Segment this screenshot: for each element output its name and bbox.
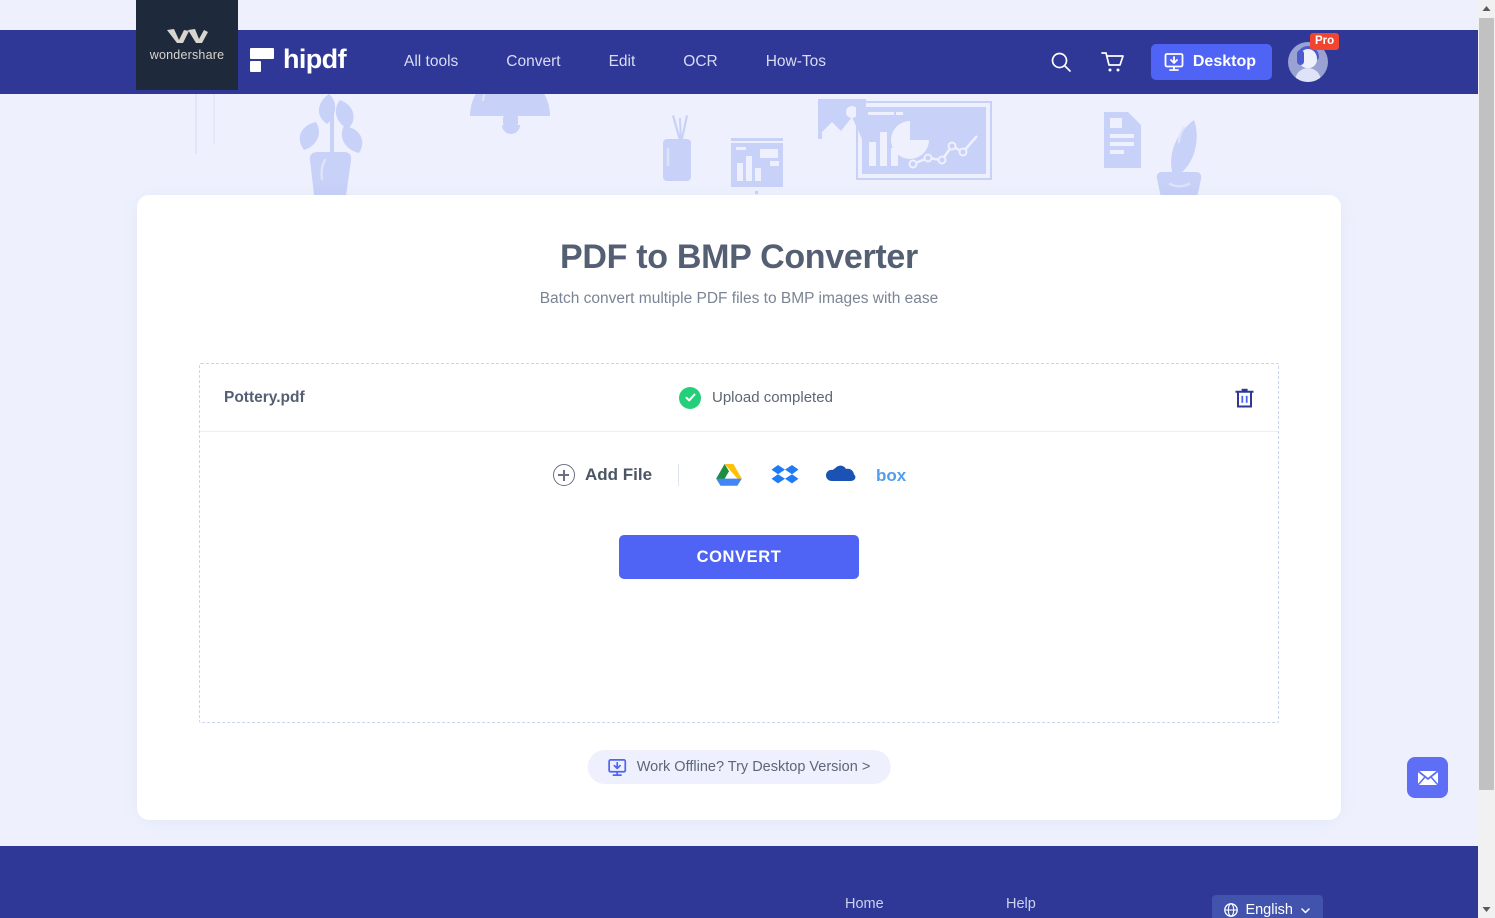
primary-nav: All tools Convert Edit OCR How-Tos	[380, 30, 850, 94]
google-drive-icon	[716, 464, 742, 486]
language-selector[interactable]: English	[1212, 895, 1323, 918]
account-avatar[interactable]: Pro	[1288, 33, 1340, 82]
divider	[678, 464, 680, 486]
converter-card: PDF to BMP Converter Batch convert multi…	[137, 195, 1341, 820]
scrollbar-thumb[interactable]	[1479, 18, 1494, 790]
nav-actions: Desktop Pro	[1035, 30, 1340, 94]
desktop-download-button[interactable]: Desktop	[1150, 44, 1272, 80]
page-scroll-area: wondershare hipdf All tools Convert Edit…	[0, 0, 1478, 918]
nav-item-convert[interactable]: Convert	[482, 30, 584, 94]
wondershare-logo-block[interactable]: wondershare	[136, 0, 238, 90]
google-drive-button[interactable]	[701, 458, 757, 492]
dropbox-button[interactable]	[757, 458, 813, 492]
feedback-mail-button[interactable]	[1407, 757, 1448, 798]
file-list-item: Pottery.pdf Upload completed	[200, 364, 1278, 432]
file-dropzone[interactable]: Pottery.pdf Upload completed Add File bo…	[199, 363, 1279, 723]
nav-item-edit[interactable]: Edit	[585, 30, 660, 94]
delete-file-button[interactable]	[1228, 382, 1260, 414]
search-icon	[1051, 52, 1071, 72]
trash-icon	[1235, 388, 1253, 408]
search-button[interactable]	[1035, 30, 1087, 94]
app-root: wondershare hipdf All tools Convert Edit…	[0, 0, 1495, 918]
wondershare-label: wondershare	[149, 48, 225, 62]
checkmark-glyph	[685, 393, 695, 402]
wondershare-mark-icon	[167, 29, 208, 43]
page-title: PDF to BMP Converter	[560, 238, 918, 276]
add-file-button[interactable]: Add File	[552, 464, 653, 486]
language-label: English	[1245, 902, 1293, 918]
globe-icon	[1224, 903, 1239, 917]
convert-button[interactable]: CONVERT	[619, 535, 859, 579]
cart-icon	[1101, 51, 1125, 71]
plus-circle-icon	[552, 464, 575, 486]
work-offline-label: Work Offline? Try Desktop Version >	[636, 759, 871, 775]
nav-item-how-tos[interactable]: How-Tos	[742, 30, 850, 94]
hero-illustration-svg	[0, 94, 1478, 204]
desktop-download-icon	[608, 758, 627, 776]
nav-item-ocr[interactable]: OCR	[659, 30, 741, 94]
svg-text:box: box	[876, 466, 907, 485]
file-name: Pottery.pdf	[224, 388, 305, 406]
work-offline-link[interactable]: Work Offline? Try Desktop Version >	[587, 750, 891, 784]
scroll-down-button[interactable]	[1478, 901, 1495, 918]
onedrive-icon	[826, 465, 856, 481]
page-subtitle: Batch convert multiple PDF files to BMP …	[539, 290, 939, 307]
box-button[interactable]: box	[869, 458, 925, 492]
hero-decoration	[0, 94, 1478, 204]
file-status: Upload completed	[679, 386, 833, 409]
hipdf-wordmark: hipdf	[283, 44, 347, 74]
mail-icon	[1416, 769, 1439, 786]
onedrive-button[interactable]	[813, 458, 869, 492]
box-icon: box	[876, 466, 907, 485]
nav-item-all-tools[interactable]: All tools	[380, 30, 482, 94]
cart-button[interactable]	[1087, 30, 1139, 94]
pro-badge: Pro	[1310, 33, 1340, 51]
caret-up-icon	[1482, 6, 1491, 11]
add-file-label: Add File	[584, 465, 653, 484]
check-icon	[679, 386, 701, 409]
hipdf-mark-icon	[250, 47, 274, 72]
hipdf-logo[interactable]: hipdf	[250, 44, 347, 75]
scroll-up-button[interactable]	[1478, 0, 1495, 17]
caret-down-icon	[1482, 907, 1491, 912]
footer-link-home[interactable]: Home	[845, 896, 884, 912]
chevron-down-icon	[1301, 907, 1310, 913]
dropbox-icon	[771, 465, 799, 484]
add-file-row: Add File box	[200, 458, 1278, 492]
desktop-button-label: Desktop	[1192, 53, 1256, 70]
vertical-scrollbar[interactable]	[1478, 0, 1495, 918]
footer-link-help[interactable]: Help	[1006, 896, 1036, 912]
file-status-label: Upload completed	[712, 389, 833, 406]
desktop-download-icon	[1164, 53, 1184, 71]
